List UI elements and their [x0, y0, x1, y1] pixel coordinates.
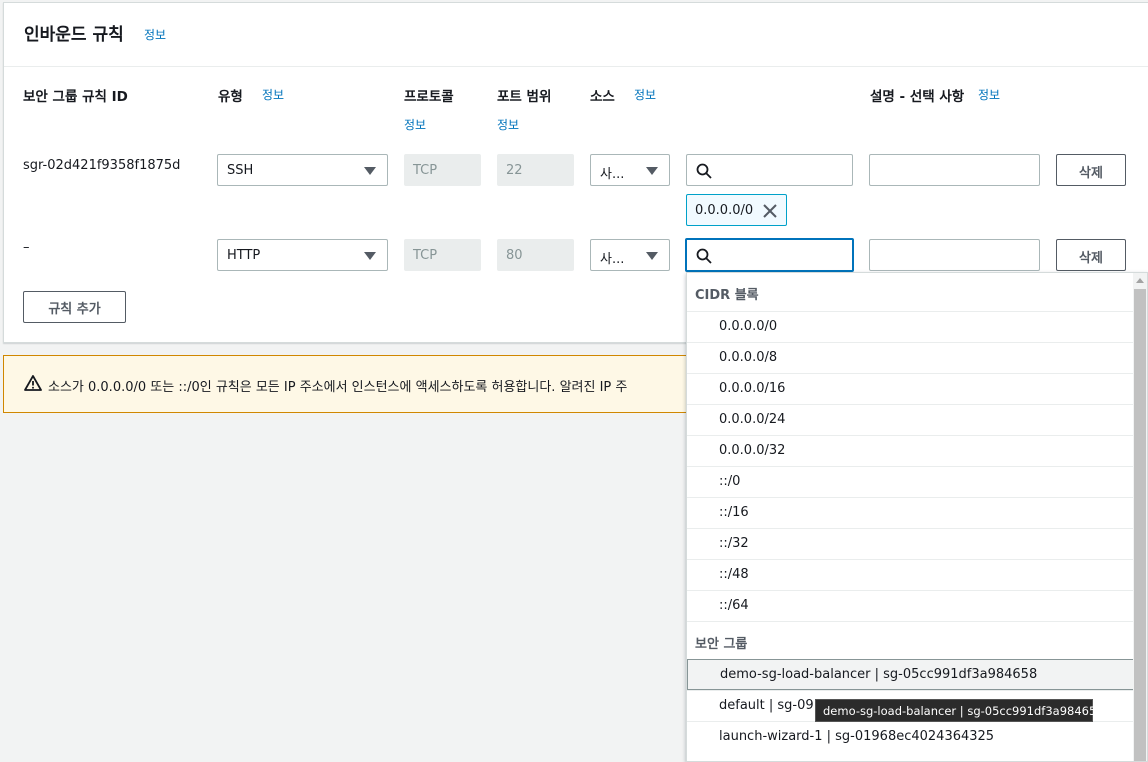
source-type-select[interactable]: 사... — [590, 239, 670, 271]
dropdown-option[interactable]: 0.0.0.0/32 — [687, 435, 1135, 466]
protocol-field: TCP — [404, 239, 481, 271]
port-value: 80 — [506, 248, 523, 263]
caret-down-icon — [646, 167, 658, 175]
col-source: 소스 — [590, 89, 615, 105]
dropdown-scrollbar[interactable] — [1133, 273, 1147, 761]
source-type-value: 사... — [600, 252, 625, 267]
port-field: 22 — [497, 154, 574, 186]
panel-title: 인바운드 규칙 — [24, 25, 124, 45]
col-description: 설명 - 선택 사항 — [870, 89, 965, 105]
type-select-value: SSH — [227, 163, 254, 178]
description-input[interactable] — [869, 239, 1040, 271]
dropdown-option-hovered[interactable]: demo-sg-load-balancer | sg-05cc991df3a98… — [687, 659, 1135, 690]
type-select[interactable]: SSH — [217, 154, 388, 186]
search-icon — [696, 163, 712, 179]
tooltip: demo-sg-load-balancer | sg-05cc991df3a98… — [815, 699, 1104, 722]
port-value: 22 — [506, 163, 523, 178]
token-label: 0.0.0.0/0 — [695, 203, 754, 218]
dropdown-group-security-groups: 보안 그룹 — [687, 621, 1147, 659]
caret-down-icon — [364, 167, 376, 175]
delete-button[interactable]: 삭제 — [1056, 239, 1126, 271]
add-rule-button[interactable]: 규칙 추가 — [23, 291, 126, 323]
dropdown-option[interactable]: ::/48 — [687, 559, 1135, 590]
dropdown-option[interactable]: 0.0.0.0/16 — [687, 373, 1135, 404]
port-field: 80 — [497, 239, 574, 271]
source-info-link[interactable]: 정보 — [634, 86, 656, 103]
rule-id: sgr-02d421f9358f1875d — [23, 158, 181, 173]
source-type-value: 사... — [600, 167, 625, 182]
dropdown-group-cidr: CIDR 블록 — [695, 288, 759, 303]
dropdown-option[interactable]: 0.0.0.0/0 — [687, 311, 1135, 342]
scroll-up-icon[interactable] — [1136, 278, 1144, 283]
scrollbar-thumb[interactable] — [1134, 289, 1146, 761]
protocol-value: TCP — [413, 248, 438, 263]
dropdown-option[interactable]: ::/32 — [687, 528, 1135, 559]
dropdown-option[interactable]: 0.0.0.0/8 — [687, 342, 1135, 373]
source-dropdown: CIDR 블록 0.0.0.0/0 0.0.0.0/8 0.0.0.0/16 0… — [686, 272, 1148, 762]
caret-down-icon — [364, 252, 376, 260]
protocol-value: TCP — [413, 163, 438, 178]
type-info-link[interactable]: 정보 — [262, 86, 284, 103]
dropdown-option[interactable]: 0.0.0.0/24 — [687, 404, 1135, 435]
search-icon — [696, 248, 712, 264]
col-port-range: 포트 범위 — [497, 89, 552, 105]
description-input[interactable] — [869, 154, 1040, 186]
col-rule-id: 보안 그룹 규칙 ID — [23, 89, 128, 105]
source-type-select[interactable]: 사... — [590, 154, 670, 186]
port-info-link[interactable]: 정보 — [497, 116, 519, 133]
caret-down-icon — [646, 252, 658, 260]
source-token: 0.0.0.0/0 — [686, 194, 787, 226]
description-info-link[interactable]: 정보 — [978, 86, 1000, 103]
warning-text: 소스가 0.0.0.0/0 또는 ::/0인 규칙은 모든 IP 주소에서 인스… — [48, 380, 628, 395]
col-protocol: 프로토콜 — [404, 89, 454, 105]
protocol-field: TCP — [404, 154, 481, 186]
dropdown-option[interactable]: ::/16 — [687, 497, 1135, 528]
rule-id: – — [23, 240, 30, 255]
warning-icon — [24, 375, 42, 391]
source-search-input[interactable] — [685, 238, 854, 272]
title-info-link[interactable]: 정보 — [144, 26, 166, 43]
type-select[interactable]: HTTP — [217, 239, 388, 271]
protocol-info-link[interactable]: 정보 — [404, 116, 426, 133]
col-type: 유형 — [218, 89, 243, 105]
source-search-input[interactable] — [686, 154, 853, 186]
dropdown-option[interactable]: ::/0 — [687, 466, 1135, 497]
close-icon[interactable] — [763, 204, 777, 218]
panel-header: 인바운드 규칙 정보 — [4, 3, 1148, 67]
dropdown-option[interactable]: ::/64 — [687, 590, 1135, 621]
dropdown-option[interactable]: launch-wizard-1 | sg-01968ec4024364325 — [687, 721, 1135, 752]
delete-button[interactable]: 삭제 — [1056, 154, 1126, 186]
type-select-value: HTTP — [227, 248, 261, 263]
